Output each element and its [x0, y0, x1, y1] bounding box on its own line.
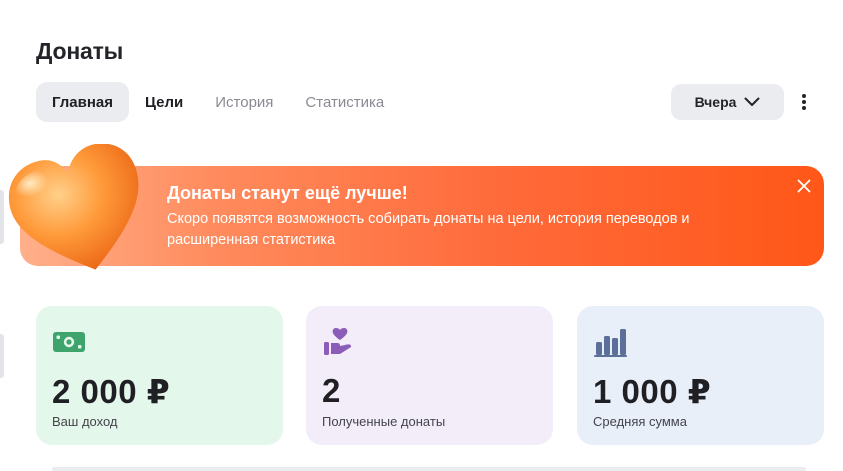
tab-bar: Главная Цели История Статистика [36, 82, 400, 122]
left-edge-tab[interactable] [0, 334, 4, 378]
average-value: 1 000 ₽ [593, 373, 712, 410]
tab-statistics[interactable]: Статистика [289, 82, 400, 122]
close-icon [797, 179, 811, 193]
hand-heart-icon [324, 328, 351, 355]
vertical-dots-icon [802, 94, 806, 110]
average-label: Средняя сумма [593, 414, 687, 429]
bar-chart-icon [594, 329, 627, 357]
money-icon [53, 332, 85, 352]
tab-main[interactable]: Главная [36, 82, 130, 122]
donations-value: 2 [322, 372, 341, 409]
tab-history[interactable]: История [199, 82, 289, 122]
section-divider [52, 467, 806, 471]
more-options-button[interactable] [794, 88, 814, 116]
income-card: 2 000 ₽ Ваш доход [36, 306, 283, 445]
banner-title: Донаты станут ещё лучше! [167, 183, 408, 203]
average-card: 1 000 ₽ Средняя сумма [577, 306, 824, 445]
chevron-down-icon [744, 97, 760, 106]
donations-card: 2 Полученные донаты [306, 306, 553, 445]
income-value: 2 000 ₽ [52, 373, 171, 410]
heart-icon [8, 144, 139, 270]
banner-text: Скоро появятся возможность собирать дона… [167, 211, 690, 248]
period-label: Вчера [694, 94, 737, 110]
banner-close-button[interactable] [794, 176, 814, 196]
income-label: Ваш доход [52, 414, 118, 429]
page-title: Донаты [36, 38, 124, 64]
tab-goals[interactable]: Цели [129, 82, 199, 122]
donations-label: Полученные донаты [322, 414, 446, 429]
period-select-button[interactable]: Вчера [671, 84, 784, 120]
